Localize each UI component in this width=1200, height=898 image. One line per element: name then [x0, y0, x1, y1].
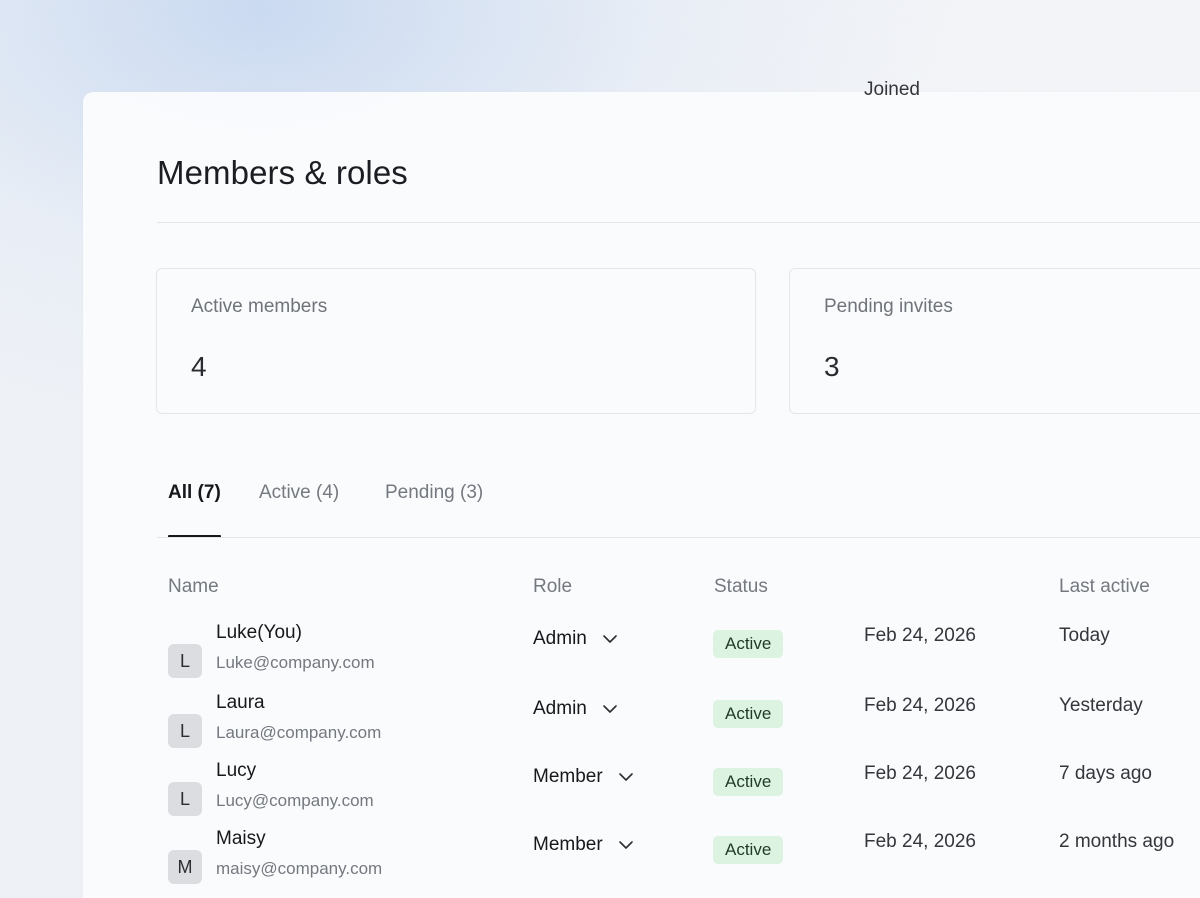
- last-active: 7 days ago: [1059, 763, 1152, 784]
- stat-value: 4: [191, 351, 207, 382]
- status-badge: Active: [713, 836, 784, 864]
- tab-all[interactable]: All (7): [168, 482, 221, 538]
- table-row: M Maisy maisy@company.com Member Active …: [83, 828, 1200, 898]
- member-email: Laura@company.com: [216, 723, 382, 742]
- column-header-joined[interactable]: Joined: [864, 79, 920, 101]
- stat-label: Active members: [191, 296, 328, 317]
- role-label: Admin: [533, 698, 587, 719]
- stat-label: Pending invites: [824, 296, 953, 317]
- joined-date: Feb 24, 2026: [864, 625, 976, 646]
- avatar: M: [168, 850, 202, 884]
- column-header-name[interactable]: Name: [168, 576, 219, 598]
- stat-card-active-members: Active members 4: [156, 268, 756, 414]
- joined-date: Feb 24, 2026: [864, 763, 976, 784]
- member-name: Maisy: [216, 828, 266, 849]
- role-dropdown[interactable]: Member: [533, 830, 635, 860]
- chevron-down-icon: [618, 841, 633, 849]
- member-name: Laura: [216, 692, 265, 713]
- joined-date: Feb 24, 2026: [864, 695, 976, 716]
- status-badge: Active: [713, 630, 784, 658]
- member-name: Luke(You): [216, 622, 302, 643]
- last-active: Today: [1059, 625, 1110, 646]
- column-header-role[interactable]: Role: [533, 576, 572, 598]
- member-email: Lucy@company.com: [216, 791, 374, 810]
- role-label: Member: [533, 834, 603, 855]
- role-dropdown[interactable]: Admin: [533, 624, 619, 654]
- chevron-down-icon: [603, 705, 617, 713]
- title-divider: [157, 222, 1200, 223]
- role-dropdown[interactable]: Admin: [533, 694, 619, 724]
- member-name: Lucy: [216, 760, 257, 781]
- member-email: maisy@company.com: [216, 859, 383, 878]
- page-title: Members & roles: [157, 154, 408, 191]
- last-active: 2 months ago: [1059, 831, 1175, 852]
- avatar: L: [168, 644, 202, 678]
- stat-value: 3: [824, 351, 840, 382]
- avatar: L: [168, 782, 202, 816]
- stat-card-pending-invites: Pending invites 3: [789, 268, 1200, 414]
- tabs-divider: [157, 537, 1200, 538]
- members-panel: Members & roles Active members 4 Pending…: [83, 79, 1200, 898]
- role-label: Admin: [533, 628, 587, 649]
- role-dropdown[interactable]: Member: [533, 762, 635, 792]
- column-header-last-active[interactable]: Last active: [1059, 576, 1150, 598]
- status-badge: Active: [713, 700, 784, 728]
- tab-pending[interactable]: Pending (3): [385, 482, 483, 538]
- status-badge: Active: [713, 768, 784, 796]
- member-email: Luke@company.com: [216, 653, 375, 672]
- chevron-down-icon: [603, 635, 617, 643]
- column-header-status[interactable]: Status: [714, 576, 768, 598]
- joined-date: Feb 24, 2026: [864, 831, 976, 852]
- last-active: Yesterday: [1059, 695, 1143, 716]
- role-label: Member: [533, 766, 603, 787]
- chevron-down-icon: [618, 773, 633, 781]
- tab-active[interactable]: Active (4): [259, 482, 339, 538]
- avatar: L: [168, 714, 202, 748]
